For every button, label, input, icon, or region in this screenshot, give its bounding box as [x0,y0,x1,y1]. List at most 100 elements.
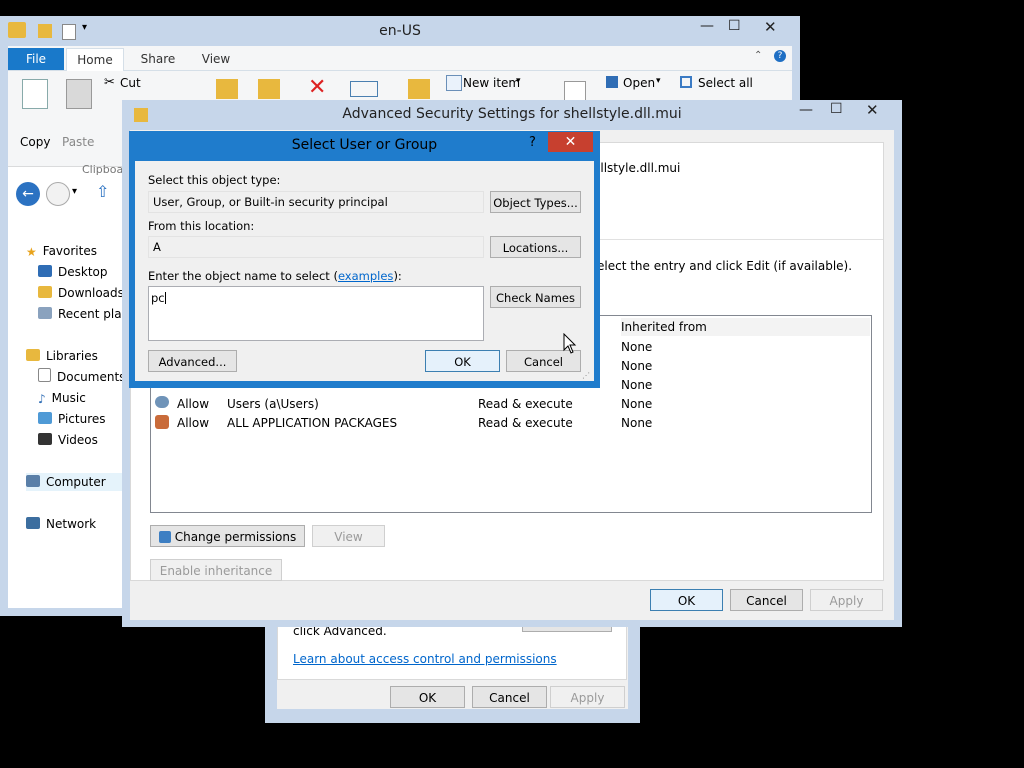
adv-ok-button[interactable]: OK [650,589,723,611]
tab-file[interactable]: File [8,48,64,70]
security-properties-dialog: click Advanced. Learn about access contr… [265,612,640,723]
libraries-icon [26,349,40,361]
nav-documents[interactable]: Documents [38,368,125,386]
close-button[interactable]: ✕ [548,132,593,152]
view-button[interactable]: View [312,525,385,547]
open-icon[interactable] [606,76,618,88]
object-type-label: Select this object type: [148,173,281,187]
packages-icon [155,415,169,429]
adv-apply-button[interactable]: Apply [810,589,883,611]
resize-grip-icon[interactable]: ⋰ [582,371,590,380]
nav-computer[interactable]: Computer [26,473,126,491]
object-name-input[interactable]: pc [148,286,484,341]
tab-view[interactable]: View [188,48,244,70]
column-inherited-from[interactable]: Inherited from [621,320,707,334]
star-icon: ★ [26,245,37,259]
move-to-icon[interactable] [216,79,238,99]
cut-button-label[interactable]: Cut [120,76,141,90]
examples-link[interactable]: examples [338,269,394,283]
minimize-button[interactable]: — [799,102,813,118]
select-all-button[interactable]: Select all [698,76,753,90]
nav-favorites[interactable]: ★ Favorites [26,242,97,260]
delete-icon[interactable]: ✕ [308,75,326,100]
select-ok-button[interactable]: OK [425,350,500,372]
paste-button-label[interactable]: Paste [62,135,94,149]
maximize-button[interactable]: ☐ [728,18,741,34]
new-item-icon[interactable] [446,75,462,91]
explorer-title: en-US [379,23,421,39]
nav-recent-places[interactable]: Recent plac [38,305,128,323]
nav-downloads[interactable]: Downloads [38,284,124,302]
maximize-button[interactable]: ☐ [830,101,843,117]
object-name-label-text: Enter the object name to select ( [148,269,338,283]
nav-network-label: Network [46,517,97,531]
new-item-dropdown-icon[interactable]: ▾ [516,76,521,86]
row-inherited: None [621,397,653,411]
close-button[interactable]: ✕ [866,101,879,119]
list-header: Inherited from [621,318,870,336]
nav-libraries[interactable]: Libraries [26,347,98,365]
ribbon-tabs: File Home Share View ⌃ ? [8,46,792,71]
copy-button-label[interactable]: Copy [20,135,50,149]
table-row[interactable]: Allow ALL APPLICATION PACKAGES Read & ex… [151,414,871,433]
minimize-button[interactable]: — [700,18,714,34]
help-button[interactable]: ? [529,135,536,150]
locations-button[interactable]: Locations... [490,236,581,258]
open-button[interactable]: Open [623,76,655,90]
recent-places-icon [38,307,52,319]
nav-videos[interactable]: Videos [38,431,98,449]
table-row[interactable]: Allow Users (a\Users) Read & execute Non… [151,395,871,414]
nav-pictures-label: Pictures [58,412,106,426]
new-item-button[interactable]: New item [463,76,520,90]
computer-icon [26,475,40,487]
copy-to-icon[interactable] [258,79,280,99]
object-name-label-end: ): [393,269,402,283]
nav-network[interactable]: Network [26,515,96,533]
tab-share[interactable]: Share [130,48,186,70]
nav-pictures[interactable]: Pictures [38,410,106,428]
mouse-pointer-icon [563,333,577,354]
up-icon[interactable]: ⇧ [96,182,109,201]
forward-icon[interactable] [46,182,70,206]
nav-desktop[interactable]: Desktop [38,263,108,281]
row-principal: Users (a\Users) [227,397,319,411]
adv-cancel-button[interactable]: Cancel [730,589,803,611]
desktop-icon [38,265,52,277]
documents-icon [38,368,51,382]
tab-home[interactable]: Home [66,48,124,71]
change-permissions-button[interactable]: Change permissions [150,525,305,547]
rename-icon[interactable] [350,81,378,97]
advanced-title: Advanced Security Settings for shellstyl… [342,106,682,122]
copy-icon[interactable] [22,79,48,109]
row-type: Allow [177,397,210,411]
nav-downloads-label: Downloads [58,286,124,300]
check-names-button[interactable]: Check Names [490,286,581,308]
row-inherited: None [621,359,653,373]
object-types-button[interactable]: Object Types... [490,191,581,213]
music-icon: ♪ [38,392,46,406]
bg-cancel-button[interactable]: Cancel [472,686,547,708]
recent-locations-icon[interactable]: ▾ [72,186,77,197]
learn-access-control-link[interactable]: Learn about access control and permissio… [293,652,557,666]
select-dialog-content: Select this object type: User, Group, or… [135,161,594,381]
bg-apply-button[interactable]: Apply [550,686,625,708]
select-all-icon[interactable] [680,76,692,88]
uac-shield-icon [158,531,171,543]
close-button[interactable]: ✕ [764,18,777,36]
cut-icon[interactable]: ✂ [104,75,115,90]
back-icon[interactable]: ← [16,182,40,206]
enable-inheritance-button[interactable]: Enable inheritance [150,559,282,581]
advanced-button[interactable]: Advanced... [148,350,237,372]
text-cursor [164,292,166,304]
help-icon[interactable]: ? [774,50,786,62]
collapse-ribbon-icon[interactable]: ⌃ [754,50,762,61]
instruction-text: elect the entry and click Edit (if avail… [597,259,853,273]
open-dropdown-icon[interactable]: ▾ [656,76,661,86]
bg-ok-button[interactable]: OK [390,686,465,708]
downloads-icon [38,286,52,298]
paste-icon[interactable] [66,79,92,109]
nav-music[interactable]: ♪ Music [38,389,86,407]
select-user-or-group-dialog: Select User or Group ? ✕ Select this obj… [129,131,600,388]
new-folder-icon[interactable] [408,79,430,99]
videos-icon [38,433,52,445]
